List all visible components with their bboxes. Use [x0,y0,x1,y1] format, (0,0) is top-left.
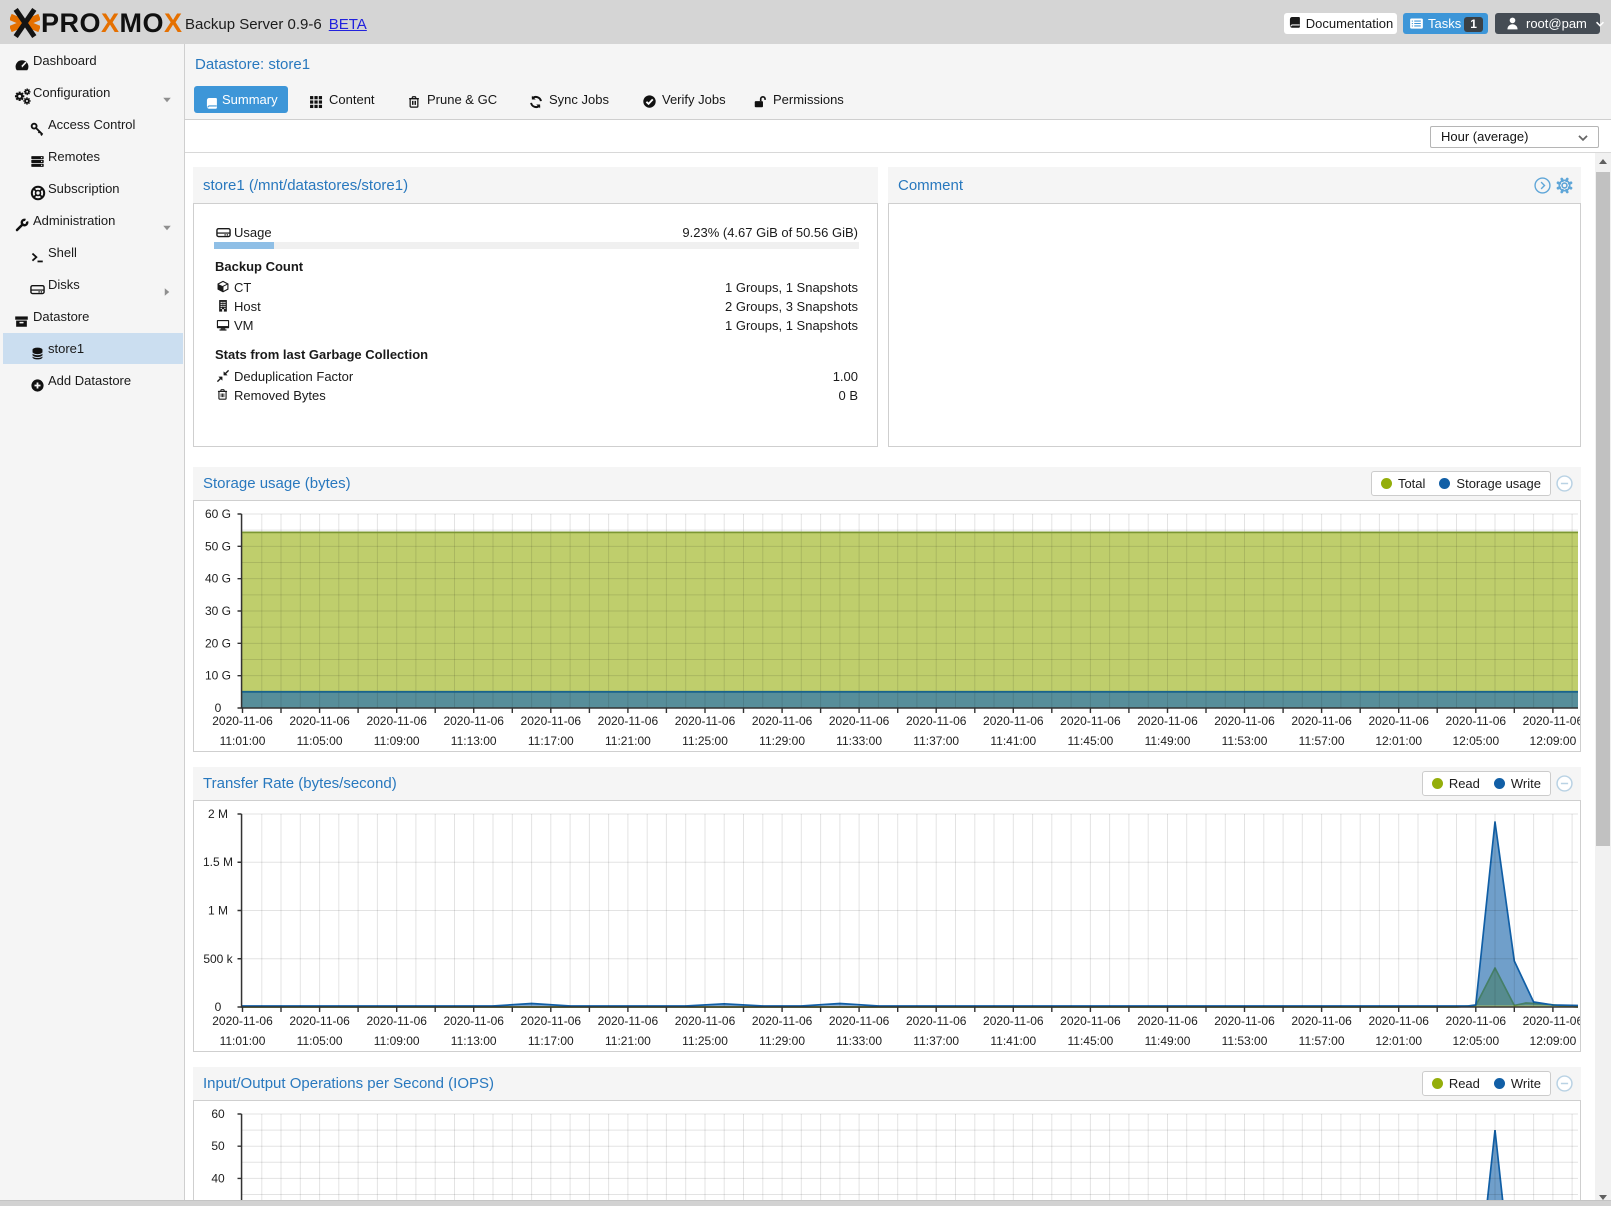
svg-text:11:33:00: 11:33:00 [836,734,882,748]
svg-text:2020-11-06: 2020-11-06 [1446,1014,1507,1028]
svg-text:11:41:00: 11:41:00 [990,1034,1036,1048]
svg-text:2020-11-06: 2020-11-06 [983,1014,1044,1028]
svg-text:2020-11-06: 2020-11-06 [212,1014,273,1028]
svg-text:2020-11-06: 2020-11-06 [752,1014,813,1028]
svg-text:2020-11-06: 2020-11-06 [1137,714,1198,728]
svg-text:10 G: 10 G [205,669,231,683]
svg-text:11:57:00: 11:57:00 [1299,1034,1345,1048]
svg-text:12:01:00: 12:01:00 [1375,734,1422,748]
svg-text:11:17:00: 11:17:00 [528,734,574,748]
svg-text:12:05:00: 12:05:00 [1452,734,1499,748]
svg-text:0: 0 [215,1000,222,1014]
svg-text:12:09:00: 12:09:00 [1530,1034,1577,1048]
svg-text:11:01:00: 11:01:00 [220,1034,266,1048]
svg-text:11:13:00: 11:13:00 [451,734,497,748]
svg-text:12:09:00: 12:09:00 [1530,734,1577,748]
svg-text:11:25:00: 11:25:00 [682,734,728,748]
svg-text:2020-11-06: 2020-11-06 [1060,714,1121,728]
svg-text:11:09:00: 11:09:00 [374,734,420,748]
svg-text:11:05:00: 11:05:00 [297,734,343,748]
svg-text:11:29:00: 11:29:00 [759,734,805,748]
svg-text:2020-11-06: 2020-11-06 [1291,714,1352,728]
svg-text:2020-11-06: 2020-11-06 [1060,1014,1121,1028]
svg-text:2020-11-06: 2020-11-06 [598,1014,659,1028]
svg-text:11:45:00: 11:45:00 [1067,1034,1113,1048]
svg-text:2020-11-06: 2020-11-06 [1214,1014,1275,1028]
svg-text:11:37:00: 11:37:00 [913,1034,959,1048]
svg-text:11:41:00: 11:41:00 [990,734,1036,748]
svg-text:11:53:00: 11:53:00 [1222,734,1268,748]
svg-text:11:45:00: 11:45:00 [1067,734,1113,748]
svg-text:11:05:00: 11:05:00 [297,1034,343,1048]
svg-text:11:21:00: 11:21:00 [605,1034,651,1048]
svg-text:2020-11-06: 2020-11-06 [1368,1014,1429,1028]
svg-text:11:21:00: 11:21:00 [605,734,651,748]
svg-text:11:57:00: 11:57:00 [1299,734,1345,748]
svg-text:60 G: 60 G [205,507,231,521]
svg-text:40 G: 40 G [205,572,231,586]
svg-text:2020-11-06: 2020-11-06 [443,714,504,728]
svg-text:12:01:00: 12:01:00 [1375,1034,1422,1048]
svg-text:2020-11-06: 2020-11-06 [521,714,582,728]
svg-text:50: 50 [211,1139,225,1153]
svg-text:11:49:00: 11:49:00 [1145,1034,1191,1048]
svg-text:11:09:00: 11:09:00 [374,1034,420,1048]
svg-text:2020-11-06: 2020-11-06 [1368,714,1429,728]
svg-text:40: 40 [211,1171,225,1185]
svg-text:11:25:00: 11:25:00 [682,1034,728,1048]
svg-text:20 G: 20 G [205,636,231,650]
svg-text:2020-11-06: 2020-11-06 [906,714,967,728]
svg-text:11:01:00: 11:01:00 [220,734,266,748]
svg-text:2020-11-06: 2020-11-06 [675,1014,736,1028]
svg-text:2020-11-06: 2020-11-06 [1446,714,1507,728]
svg-text:1.5 M: 1.5 M [203,855,233,869]
svg-text:2020-11-06: 2020-11-06 [366,714,427,728]
svg-text:2020-11-06: 2020-11-06 [675,714,736,728]
svg-text:2020-11-06: 2020-11-06 [906,1014,967,1028]
svg-text:0: 0 [215,701,222,715]
svg-text:11:29:00: 11:29:00 [759,1034,805,1048]
svg-text:2020-11-06: 2020-11-06 [366,1014,427,1028]
svg-text:2020-11-06: 2020-11-06 [521,1014,582,1028]
svg-text:11:33:00: 11:33:00 [836,1034,882,1048]
svg-text:11:13:00: 11:13:00 [451,1034,497,1048]
svg-text:2020-11-06: 2020-11-06 [829,1014,890,1028]
svg-text:50 G: 50 G [205,539,231,553]
svg-text:11:37:00: 11:37:00 [913,734,959,748]
svg-text:2020-11-06: 2020-11-06 [1523,1014,1580,1028]
svg-text:2020-11-06: 2020-11-06 [598,714,659,728]
svg-text:2020-11-06: 2020-11-06 [1291,1014,1352,1028]
svg-text:2020-11-06: 2020-11-06 [752,714,813,728]
svg-text:30 G: 30 G [205,604,231,618]
svg-text:2020-11-06: 2020-11-06 [443,1014,504,1028]
svg-text:2020-11-06: 2020-11-06 [1214,714,1275,728]
svg-text:11:17:00: 11:17:00 [528,1034,574,1048]
svg-text:2020-11-06: 2020-11-06 [829,714,890,728]
svg-text:2020-11-06: 2020-11-06 [212,714,273,728]
svg-text:2020-11-06: 2020-11-06 [983,714,1044,728]
svg-text:2020-11-06: 2020-11-06 [289,1014,350,1028]
svg-text:11:49:00: 11:49:00 [1145,734,1191,748]
svg-text:2020-11-06: 2020-11-06 [1137,1014,1198,1028]
svg-text:12:05:00: 12:05:00 [1452,1034,1499,1048]
svg-text:2 M: 2 M [208,807,228,821]
svg-text:2020-11-06: 2020-11-06 [1523,714,1580,728]
svg-text:500 k: 500 k [203,952,233,966]
svg-text:11:53:00: 11:53:00 [1222,1034,1268,1048]
svg-text:60: 60 [211,1107,225,1121]
svg-text:1 M: 1 M [208,904,228,918]
svg-text:2020-11-06: 2020-11-06 [289,714,350,728]
